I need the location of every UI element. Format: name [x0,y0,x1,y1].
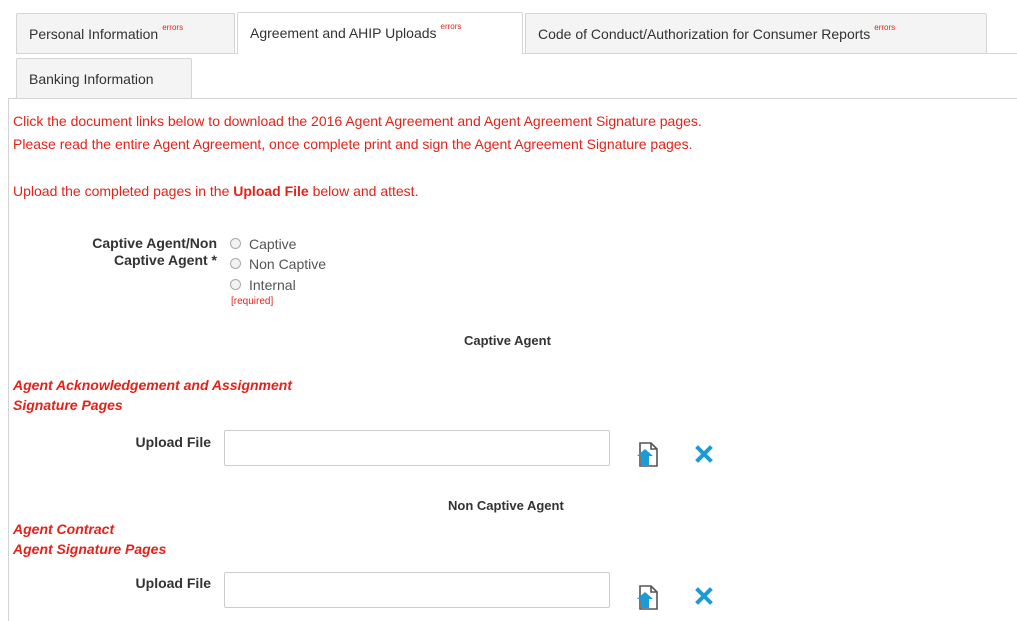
captive-document-link[interactable]: Agent Acknowledgement and Assignment Sig… [13,375,292,415]
non-captive-upload-file-label: Upload File [135,575,211,591]
tab-error-badge: errors [874,23,896,32]
captive-label-line-2: Captive Agent * [114,252,217,268]
radio-label: Internal [249,276,296,293]
upload-file-icon[interactable] [634,584,662,612]
captive-document-link-line-1[interactable]: Agent Acknowledgement and Assignment [13,375,292,395]
non-captive-agent-section-title: Non Captive Agent [448,498,564,513]
radio-label: Captive [249,235,297,252]
captive-label-line-1: Captive Agent/Non [92,235,217,251]
intro-line-1: Click the document links below to downlo… [13,113,702,129]
tab-code-of-conduct[interactable]: Code of Conduct/Authorization for Consum… [525,13,987,53]
tab-banking-information[interactable]: Banking Information [16,58,192,98]
non-captive-document-link[interactable]: Agent Contract Agent Signature Pages [13,519,166,559]
tab-personal-information[interactable]: Personal Information errors [16,13,235,53]
tab-agreement-ahip-uploads[interactable]: Agreement and AHIP Uploads errors [237,12,523,54]
intro-line-3-pre: Upload the completed pages in the [13,183,234,199]
radio-label: Non Captive [249,255,327,272]
tab-label: Agreement and AHIP Uploads [250,25,437,41]
radio-button[interactable] [230,279,241,290]
required-validation-message: [required] [231,296,274,307]
tab-error-badge: errors [162,23,184,32]
radio-button[interactable] [230,258,241,269]
captive-upload-file-input[interactable] [224,430,610,466]
tab-bar-bottom-border [8,98,1017,99]
tab-label: Personal Information [29,26,159,42]
tab-error-badge: errors [440,22,462,31]
content-left-border [8,98,9,621]
close-icon[interactable] [695,587,713,605]
radio-option-non-captive[interactable]: Non Captive [230,255,326,272]
non-captive-document-link-line-2[interactable]: Agent Signature Pages [13,539,166,559]
tab-label: Code of Conduct/Authorization for Consum… [538,26,871,42]
intro-line-3: Upload the completed pages in the Upload… [13,183,418,199]
captive-agent-field-label: Captive Agent/Non Captive Agent * [60,235,217,269]
radio-option-internal[interactable]: Internal [230,276,296,293]
non-captive-upload-file-input[interactable] [224,572,610,608]
radio-option-captive[interactable]: Captive [230,235,296,252]
captive-document-link-line-2[interactable]: Signature Pages [13,395,292,415]
tab-label: Banking Information [29,71,154,87]
captive-agent-section-title: Captive Agent [464,333,551,348]
intro-upload-file-emphasis: Upload File [233,183,309,199]
intro-line-2: Please read the entire Agent Agreement, … [13,136,693,152]
upload-file-icon[interactable] [634,441,662,469]
tab-bar: Personal Information errors Agreement and… [0,0,1017,100]
radio-button[interactable] [230,238,241,249]
captive-upload-file-label: Upload File [135,434,211,450]
intro-line-3-post: below and attest. [308,183,419,199]
close-icon[interactable] [695,445,713,463]
non-captive-document-link-line-1[interactable]: Agent Contract [13,519,166,539]
